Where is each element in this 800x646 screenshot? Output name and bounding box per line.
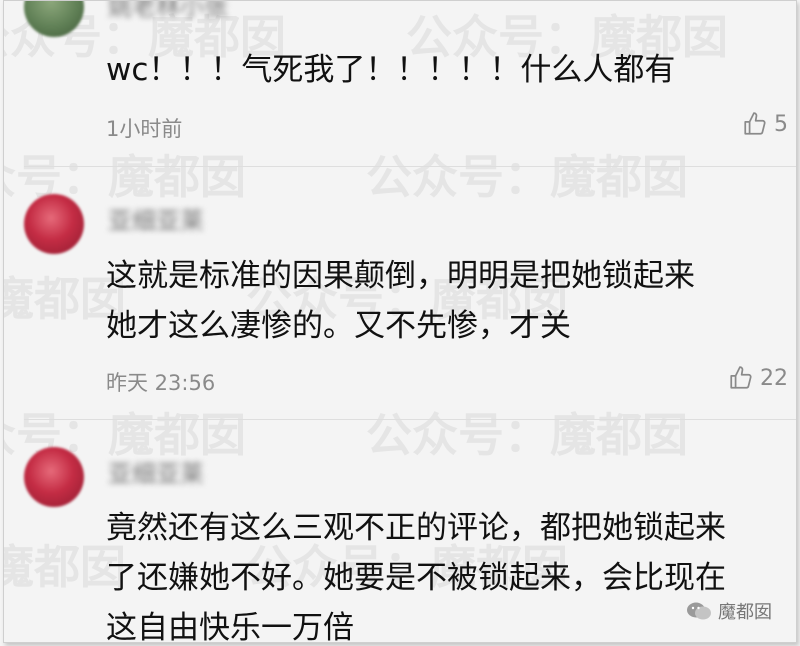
source-badge: 魔都囡: [686, 598, 772, 624]
comment-text: 这就是标准的因果颠倒，明明是把她锁起来 她才这么凄惨的。又不先惨，才关: [106, 251, 756, 351]
badge-text: 魔都囡: [718, 602, 772, 623]
avatar[interactable]: [24, 447, 84, 507]
thumbs-up-icon: [730, 366, 752, 389]
comment-text-line: 她才这么凄惨的。又不先惨，才关: [106, 308, 571, 344]
comment-text-line: 这就是标准的因果颠倒，明明是把她锁起来: [106, 258, 695, 294]
like-count: 22: [760, 365, 788, 391]
avatar[interactable]: [24, 194, 84, 254]
comment-time: 1小时前: [106, 117, 183, 141]
avatar[interactable]: [24, 1, 84, 37]
watermark-text: 公众号：魔都囡: [4, 150, 246, 201]
comment-text: 竟然还有这么三观不正的评论，都把她锁起来 了还嫌她不好。她要是不被锁起来，会比现…: [106, 503, 756, 643]
wechat-icon: [687, 602, 711, 620]
like-button[interactable]: 5: [742, 111, 788, 137]
watermark-text: 公众号：魔都囡: [366, 408, 688, 459]
thumbs-up-icon: [744, 112, 766, 135]
comment-text-line: 这自由快乐一万倍: [106, 610, 354, 643]
comment-username[interactable]: 亚细亚莱: [108, 201, 204, 236]
comment-username[interactable]: 亚细亚莱: [108, 454, 204, 489]
comment-feed: 公众号：魔都囡 公众号：魔都囡 公众号：魔都囡 公众号：魔都囡 公众号：魔都囡 …: [3, 0, 797, 643]
comment-text-line: wc！！！气死我了！！！！！什么人都有: [106, 52, 676, 88]
watermark-text: 公众号：魔都囡: [366, 150, 688, 201]
comment-time: 昨天 23:56: [106, 371, 216, 395]
comment-text: wc！！！气死我了！！！！！什么人都有: [106, 45, 756, 95]
watermark-row: 公众号：魔都囡 公众号：魔都囡: [4, 141, 716, 201]
like-button[interactable]: 22: [728, 365, 788, 391]
comment-text-line: 了还嫌她不好。她要是不被锁起来，会比现在: [106, 560, 726, 596]
divider: [24, 419, 796, 420]
like-count: 5: [774, 111, 788, 137]
watermark-row: 公众号：魔都囡 公众号：魔都囡: [4, 399, 716, 459]
comment-text-line: 竟然还有这么三观不正的评论，都把她锁起来: [106, 510, 726, 546]
comment-username[interactable]: 姚老林小张: [108, 1, 228, 22]
divider: [24, 166, 796, 167]
